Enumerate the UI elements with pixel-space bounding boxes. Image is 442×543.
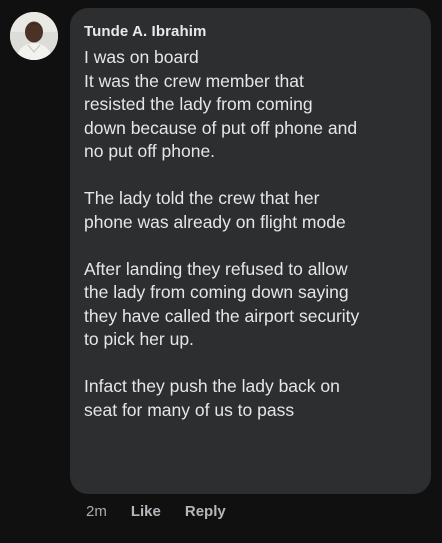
comment-bubble: Tunde A. Ibrahim I was on board It was t… (70, 8, 431, 494)
reply-button[interactable]: Reply (185, 503, 226, 520)
like-button[interactable]: Like (131, 503, 161, 520)
comment-body: I was on board It was the crew member th… (84, 46, 417, 422)
comment-line: The lady told the crew that her (84, 188, 320, 208)
comment-line: I was on board (84, 47, 199, 67)
comment-thread: Tunde A. Ibrahim I was on board It was t… (0, 0, 442, 543)
comment-paragraph: After landing they refused to allow the … (84, 258, 417, 352)
comment-line: down because of put off phone and (84, 117, 358, 138)
comment-author[interactable]: Tunde A. Ibrahim (84, 22, 417, 42)
comment-paragraph: I was on board It was the crew member th… (84, 46, 417, 164)
comment-line: resisted the lady from coming (84, 94, 313, 114)
comment-paragraph: Infact they push the lady back on seat f… (84, 375, 417, 422)
comment-line: seat for many of us to pass (84, 399, 295, 420)
comment-line: the lady from coming down saying (84, 282, 349, 302)
comment-line: Infact they push the lady back on (84, 376, 340, 396)
comment-timestamp[interactable]: 2m (86, 503, 107, 520)
comment-line: It was the crew member that (84, 70, 304, 91)
comment-actions: 2m Like Reply (86, 503, 226, 520)
user-avatar-icon[interactable] (10, 12, 58, 60)
comment-line: After landing they refused to allow (84, 258, 348, 279)
comment-line: phone was already on flight mode (84, 211, 346, 232)
comment-line: no put off phone. (84, 141, 216, 161)
comment-line: they have called the airport security (84, 305, 360, 326)
comment-line: to pick her up. (84, 329, 194, 349)
comment-paragraph: The lady told the crew that her phone wa… (84, 187, 417, 234)
